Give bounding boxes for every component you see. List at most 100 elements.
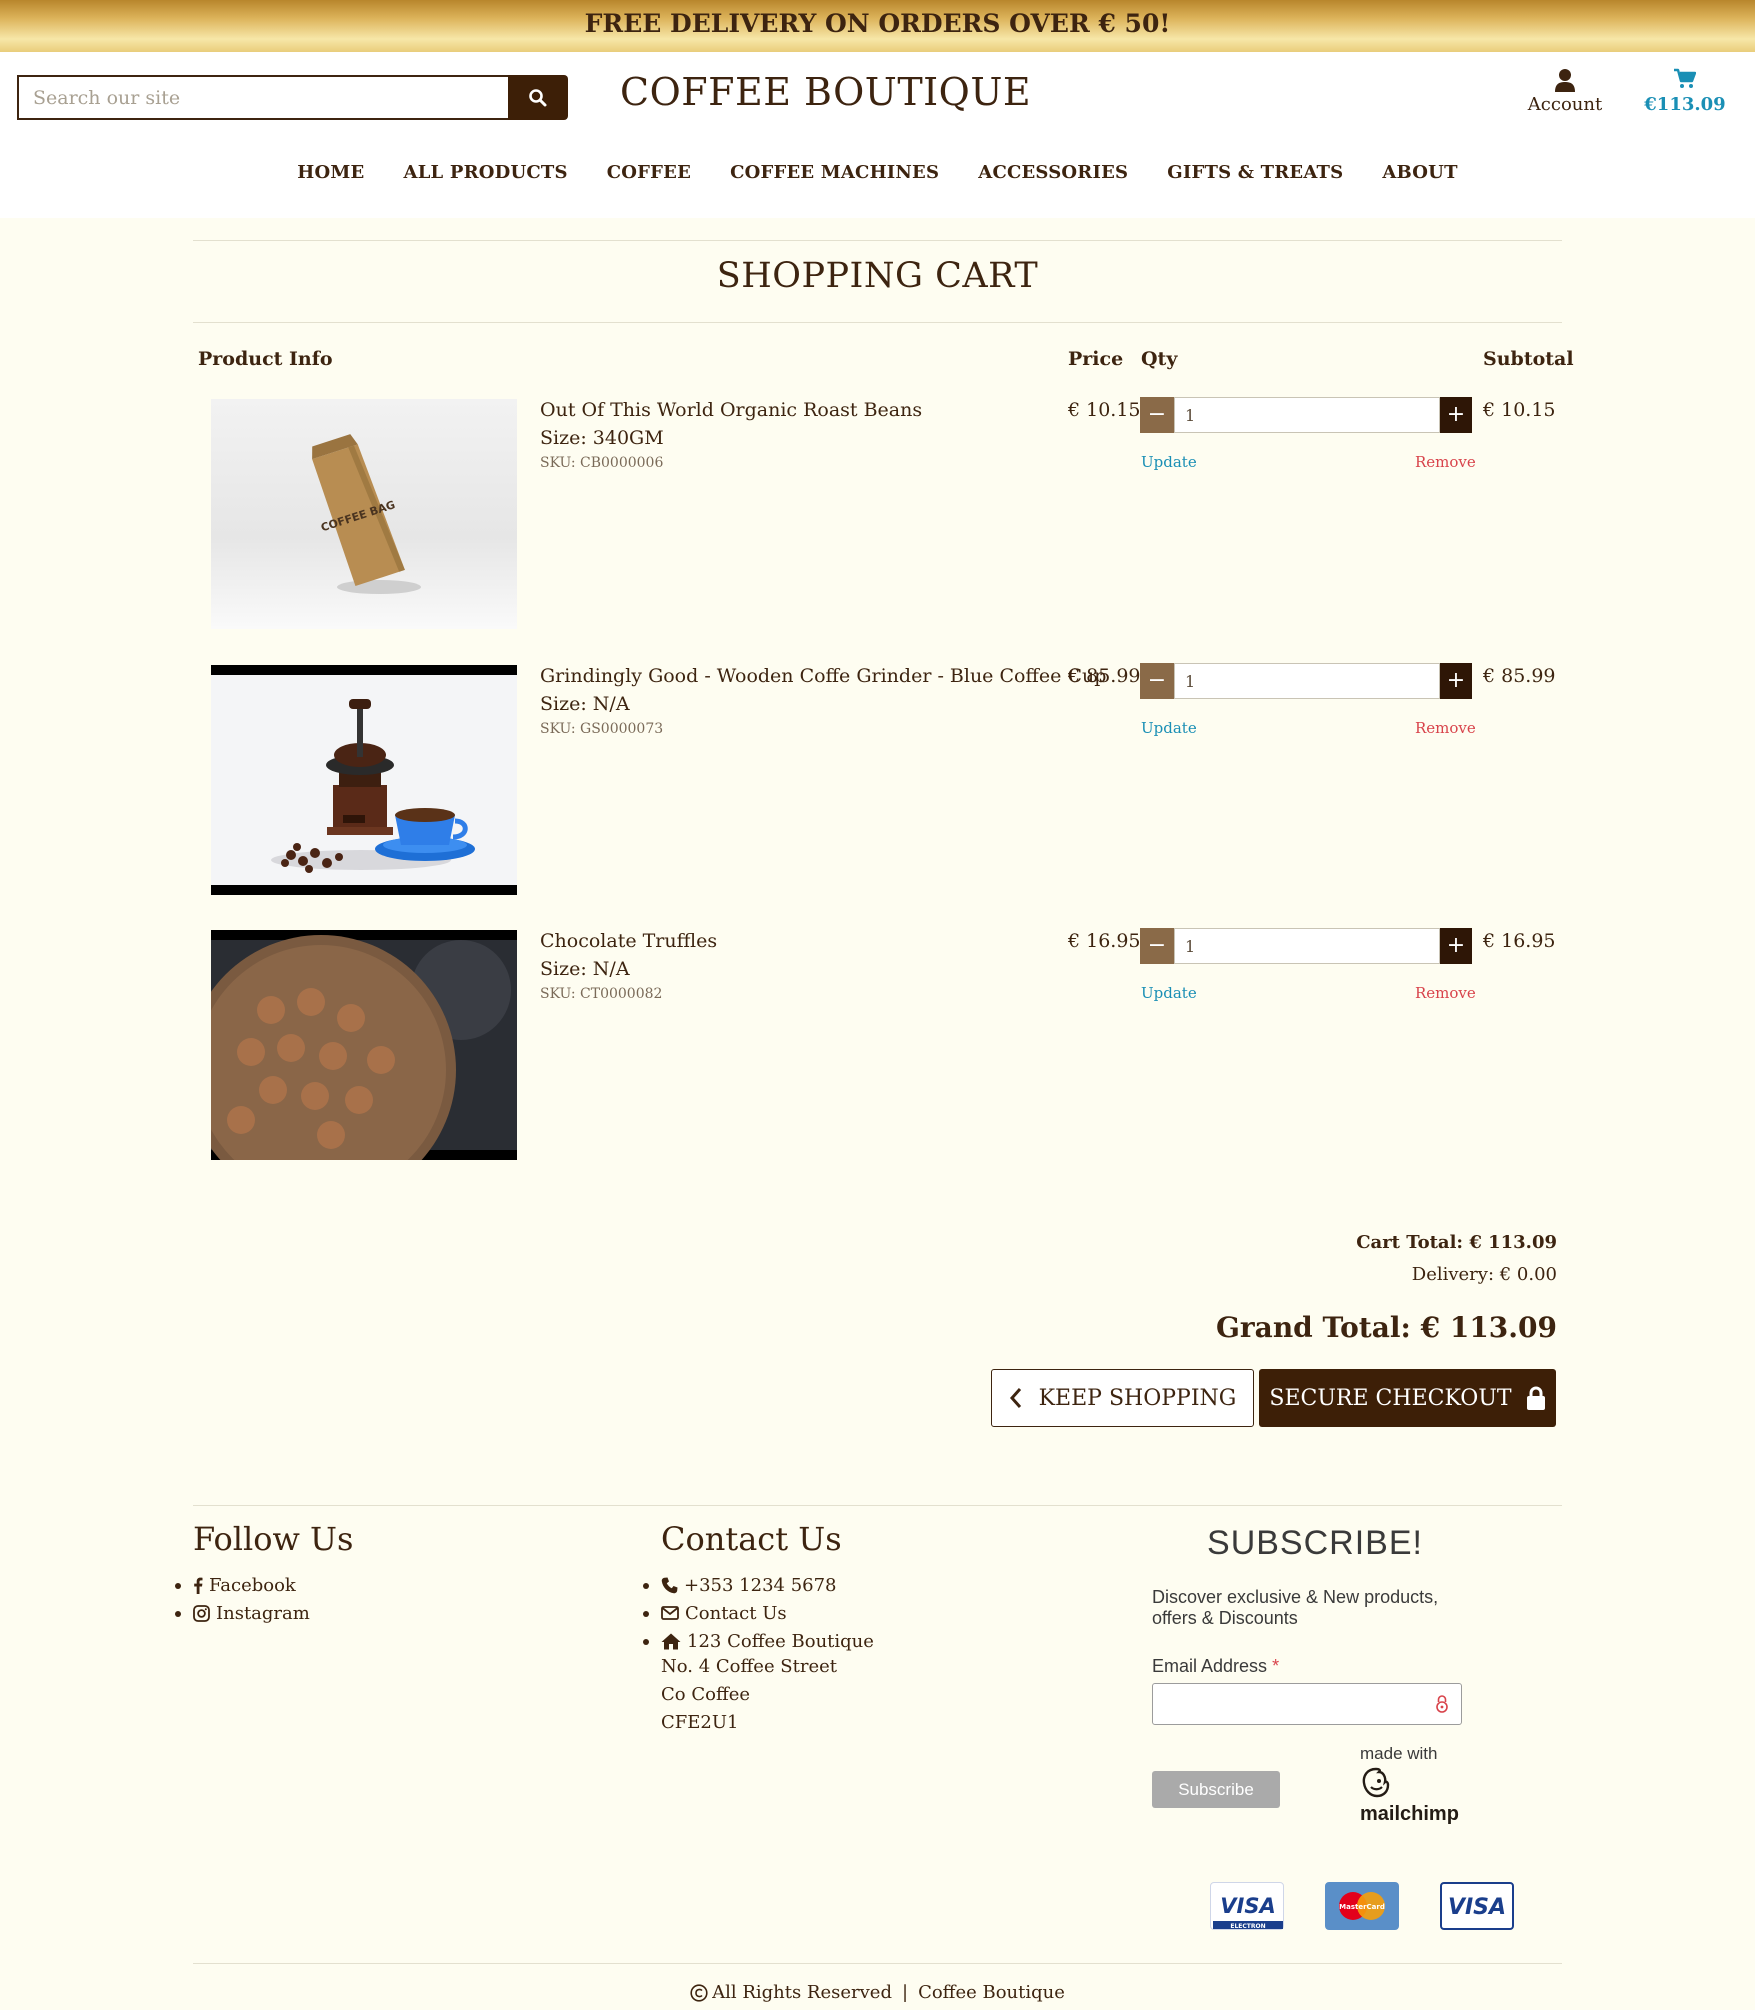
update-link[interactable]: Update: [1141, 453, 1197, 471]
mastercard-icon: MasterCard: [1325, 1882, 1399, 1930]
divider: [193, 1963, 1562, 1964]
banner-text: FREE DELIVERY ON ORDERS OVER € 50!: [584, 9, 1171, 38]
visa-electron-card-label: VISA: [1220, 1894, 1275, 1918]
cart-link[interactable]: €113.09: [1640, 68, 1730, 115]
instagram-label: Instagram: [216, 1602, 310, 1624]
subscribe-description: Discover exclusive & New products, offer…: [1152, 1587, 1439, 1628]
product-image-coffee-bag[interactable]: COFFEE BAG: [211, 399, 517, 629]
copyright-icon: [690, 1983, 708, 2002]
phone-number: +353 1234 5678: [684, 1574, 837, 1596]
qty-input[interactable]: [1174, 397, 1440, 433]
secure-checkout-button[interactable]: SECURE CHECKOUT: [1259, 1369, 1556, 1427]
product-price: € 10.15: [1068, 399, 1141, 421]
update-link[interactable]: Update: [1141, 984, 1197, 1002]
mailchimp-logo-icon[interactable]: [1360, 1766, 1392, 1800]
visa-electron-card-sub-label: ELECTRON: [1230, 1923, 1265, 1930]
visa-electron-card-icon: VISA ELECTRON: [1210, 1882, 1284, 1930]
qty-increment-button[interactable]: +: [1440, 663, 1472, 699]
visa-card-icon: VISA: [1440, 1882, 1514, 1930]
cart-item: COFFEE BAG Out Of This World Organic Roa…: [0, 397, 1755, 629]
phone-icon: [661, 1577, 678, 1593]
email-field[interactable]: [1152, 1683, 1462, 1725]
instagram-link[interactable]: Instagram: [175, 1599, 310, 1627]
contact-link-label: Contact Us: [685, 1602, 787, 1624]
product-sku: SKU: GS0000073: [540, 721, 664, 737]
delivery-cost: Delivery: € 0.00: [1411, 1264, 1557, 1285]
search-icon: [529, 88, 547, 106]
chevron-left-icon: [1009, 1388, 1021, 1408]
col-product-info: Product Info: [198, 348, 333, 370]
product-subtotal: € 85.99: [1483, 665, 1556, 687]
nav-coffee[interactable]: COFFEE: [607, 162, 691, 183]
cart-item: Grindingly Good - Wooden Coffe Grinder -…: [0, 663, 1755, 895]
remove-link[interactable]: Remove: [1415, 984, 1476, 1002]
account-link[interactable]: Account: [1520, 68, 1610, 115]
product-size: Size: N/A: [540, 958, 630, 980]
contact-link[interactable]: Contact Us: [643, 1599, 874, 1627]
shopping-cart-icon: [1674, 68, 1697, 88]
address-item: 123 Coffee Boutique: [643, 1627, 874, 1655]
copyright-text: All Rights Reserved: [712, 1982, 892, 2003]
qty-decrement-button[interactable]: −: [1140, 928, 1174, 964]
product-subtotal: € 10.15: [1483, 399, 1556, 421]
product-size: Size: 340GM: [540, 427, 664, 449]
qty-increment-button[interactable]: +: [1440, 397, 1472, 433]
address-line-3: Co Coffee: [661, 1684, 751, 1705]
made-with-label: made with: [1360, 1744, 1438, 1763]
address-line-1: 123 Coffee Boutique: [687, 1630, 874, 1652]
product-price: € 16.95: [1068, 930, 1141, 952]
facebook-link[interactable]: Facebook: [175, 1571, 310, 1599]
nav-about[interactable]: ABOUT: [1382, 162, 1457, 183]
col-subtotal: Subtotal: [1483, 348, 1574, 370]
page-title: SHOPPING CART: [716, 256, 1039, 296]
lock-icon: [1526, 1386, 1545, 1410]
copyright-separator: |: [901, 1982, 909, 2003]
address-line-4: CFE2U1: [661, 1712, 739, 1733]
phone-item[interactable]: +353 1234 5678: [643, 1571, 874, 1599]
qty-increment-button[interactable]: +: [1440, 928, 1472, 964]
product-price: € 85.99: [1068, 665, 1141, 687]
mastercard-label: MasterCard: [1339, 1903, 1385, 1911]
envelope-icon: [661, 1606, 679, 1620]
keep-shopping-button[interactable]: KEEP SHOPPING: [991, 1369, 1254, 1427]
grand-total: Grand Total: € 113.09: [1216, 1311, 1557, 1344]
home-icon: [661, 1633, 681, 1649]
site-header: COFFEE BOUTIQUE Account €113.09 HOME ALL…: [0, 52, 1755, 218]
remove-link[interactable]: Remove: [1415, 719, 1476, 737]
nav-coffee-machines[interactable]: COFFEE MACHINES: [730, 162, 939, 183]
nav-home[interactable]: HOME: [297, 162, 364, 183]
update-link[interactable]: Update: [1141, 719, 1197, 737]
site-title[interactable]: COFFEE BOUTIQUE: [620, 70, 1031, 114]
free-delivery-banner: FREE DELIVERY ON ORDERS OVER € 50!: [0, 0, 1755, 52]
remove-link[interactable]: Remove: [1415, 453, 1476, 471]
nav-gifts-treats[interactable]: GIFTS & TREATS: [1167, 162, 1343, 183]
product-image-chocolate-truffles[interactable]: [211, 930, 517, 1160]
copyright: All Rights Reserved | Coffee Boutique: [0, 1982, 1755, 2003]
nav-accessories[interactable]: ACCESSORIES: [978, 162, 1128, 183]
user-icon: [1555, 69, 1575, 92]
col-qty: Qty: [1141, 348, 1178, 370]
address-line-2: No. 4 Coffee Street: [661, 1656, 838, 1677]
facebook-label: Facebook: [209, 1574, 296, 1596]
secure-checkout-label: SECURE CHECKOUT: [1269, 1385, 1512, 1411]
qty-input[interactable]: [1174, 928, 1440, 964]
keep-shopping-label: KEEP SHOPPING: [1038, 1385, 1237, 1411]
subscribe-button[interactable]: Subscribe: [1152, 1771, 1280, 1808]
facebook-icon: [194, 1577, 203, 1594]
search-button[interactable]: [508, 75, 568, 120]
product-name[interactable]: Out Of This World Organic Roast Beans: [540, 399, 922, 421]
search-input[interactable]: [17, 75, 508, 120]
qty-decrement-button[interactable]: −: [1140, 663, 1174, 699]
qty-input[interactable]: [1174, 663, 1440, 699]
mailchimp-label[interactable]: mailchimp: [1360, 1803, 1459, 1826]
contact-list: +353 1234 5678 Contact Us 123 Coffee Bou…: [643, 1571, 874, 1655]
product-image-coffee-grinder[interactable]: [211, 665, 517, 895]
required-asterisk: *: [1272, 1656, 1280, 1676]
subscribe-heading: SUBSCRIBE!: [1207, 1524, 1423, 1562]
nav-all-products[interactable]: ALL PRODUCTS: [404, 162, 568, 183]
contact-us-heading: Contact Us: [661, 1520, 842, 1558]
product-name[interactable]: Chocolate Truffles: [540, 930, 717, 952]
product-name[interactable]: Grindingly Good - Wooden Coffe Grinder -…: [540, 665, 1106, 687]
qty-decrement-button[interactable]: −: [1140, 397, 1174, 433]
main-nav: HOME ALL PRODUCTS COFFEE COFFEE MACHINES…: [0, 162, 1755, 183]
